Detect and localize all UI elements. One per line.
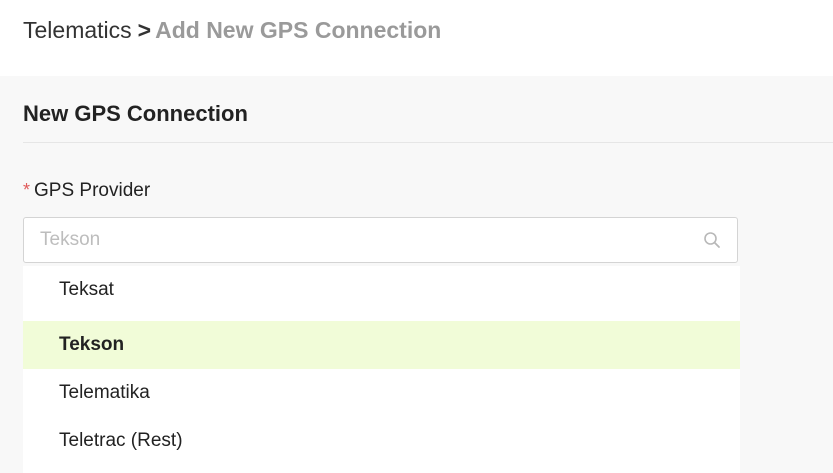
breadcrumb-root-link[interactable]: Telematics bbox=[23, 17, 132, 43]
breadcrumb-current-page: Add New GPS Connection bbox=[155, 17, 442, 43]
breadcrumb-separator: > bbox=[137, 17, 152, 43]
form-panel: New GPS Connection *GPS Provider Teksat … bbox=[0, 76, 833, 473]
search-icon bbox=[704, 232, 720, 248]
required-asterisk: * bbox=[23, 180, 31, 200]
section-title: New GPS Connection bbox=[23, 101, 248, 126]
gps-provider-search-input[interactable] bbox=[40, 218, 680, 262]
gps-provider-label-text: GPS Provider bbox=[34, 180, 151, 201]
dropdown-option-tekson[interactable]: Tekson bbox=[23, 321, 740, 369]
gps-provider-search-box[interactable] bbox=[23, 217, 738, 263]
breadcrumb: Telematics > Add New GPS Connection bbox=[23, 16, 441, 44]
gps-provider-label: * GPS Provider bbox=[23, 177, 150, 204]
gps-provider-dropdown: Teksat Tekson Telematika Teletrac (Rest) bbox=[23, 266, 740, 473]
dropdown-option-telematika[interactable]: Telematika bbox=[23, 369, 740, 417]
breadcrumb-bar: Telematics > Add New GPS Connection bbox=[0, 0, 833, 76]
section-divider bbox=[23, 142, 833, 143]
dropdown-option-teletrac-rest[interactable]: Teletrac (Rest) bbox=[23, 417, 740, 465]
dropdown-option-teksat[interactable]: Teksat bbox=[23, 266, 740, 314]
